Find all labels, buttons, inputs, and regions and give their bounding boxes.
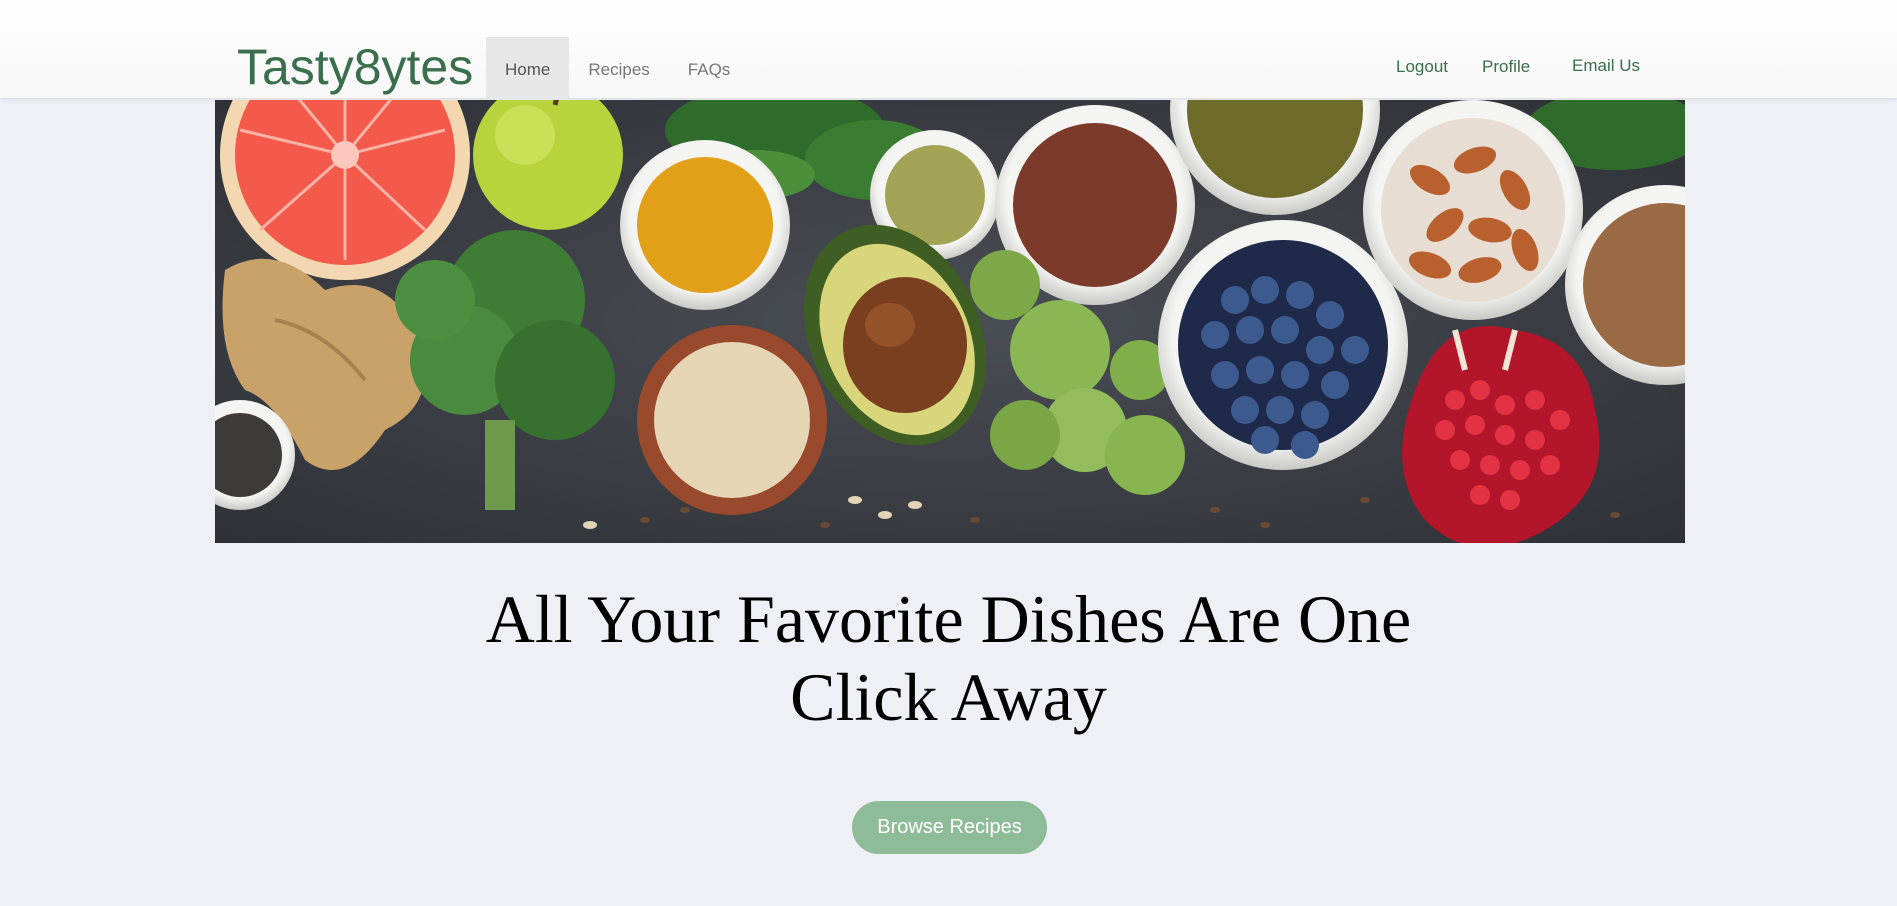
hero-food-illustration — [215, 100, 1685, 543]
browse-recipes-button[interactable]: Browse Recipes — [852, 801, 1047, 854]
main-nav: Home Recipes FAQs — [486, 37, 749, 99]
nav-faqs[interactable]: FAQs — [669, 37, 750, 99]
hero-image — [215, 100, 1685, 543]
nav-email-us[interactable]: Email Us — [1572, 56, 1640, 76]
nav-profile[interactable]: Profile — [1482, 57, 1530, 77]
top-navbar: Tasty8ytes Home Recipes FAQs Logout Prof… — [0, 0, 1897, 99]
page-headline: All Your Favorite Dishes Are One Click A… — [0, 580, 1897, 736]
nav-recipes[interactable]: Recipes — [569, 37, 668, 99]
nav-home[interactable]: Home — [486, 37, 570, 99]
headline-line-1: All Your Favorite Dishes Are One — [485, 581, 1412, 657]
nav-logout[interactable]: Logout — [1396, 57, 1448, 77]
headline-line-2: Click Away — [790, 659, 1107, 735]
brand-logo[interactable]: Tasty8ytes — [237, 39, 473, 95]
